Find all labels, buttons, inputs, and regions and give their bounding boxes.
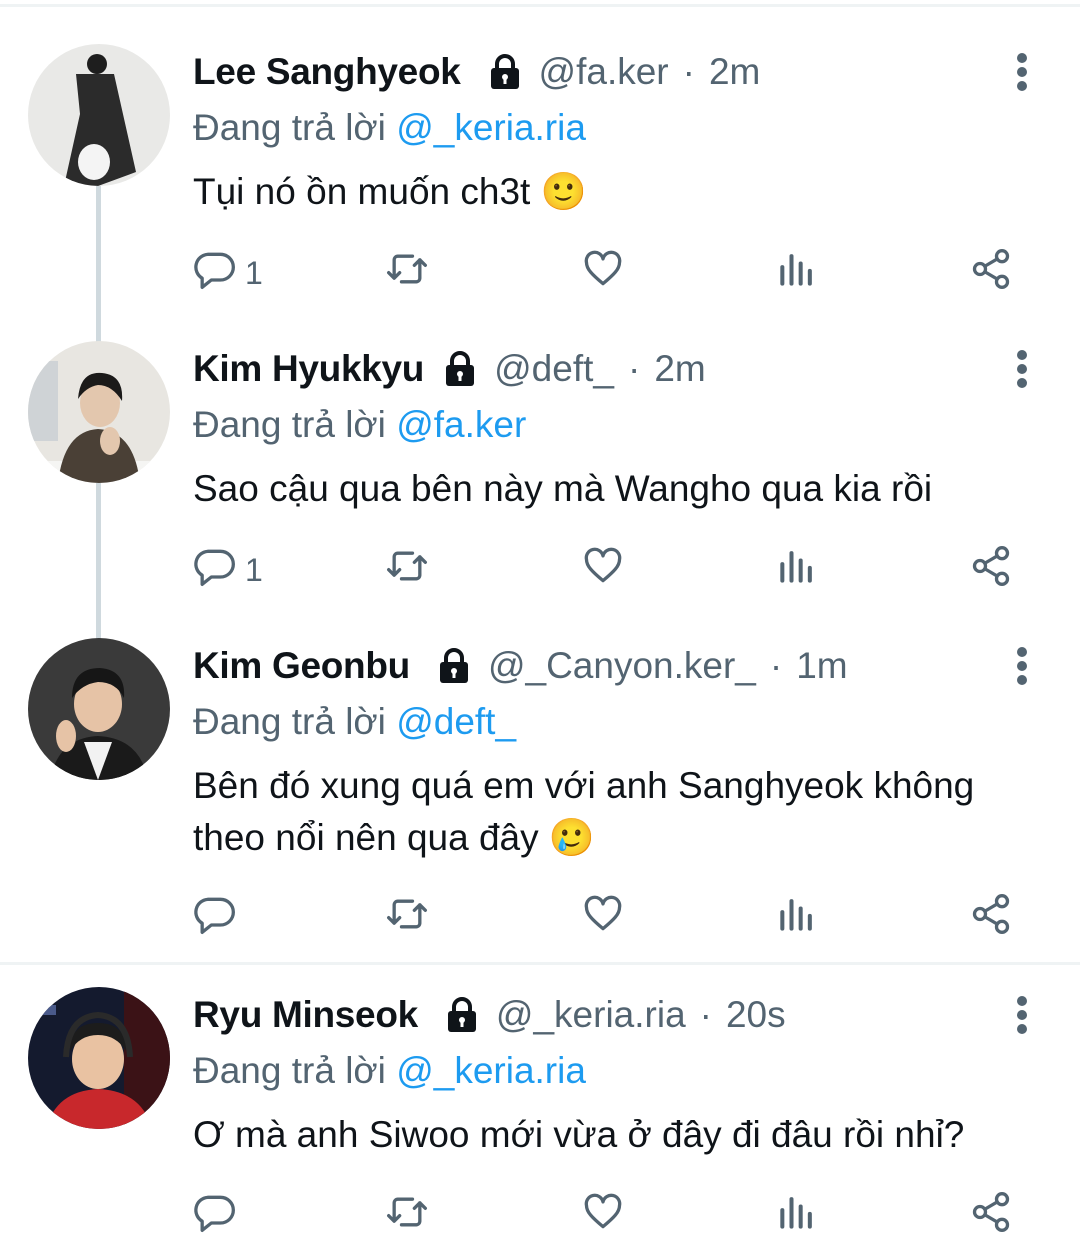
heart-icon	[581, 1190, 625, 1242]
tweet-text: Ơ mà anh Siwoo mới vừa ở đây đi đâu rồi …	[193, 1114, 965, 1155]
retweet-icon	[385, 544, 429, 596]
reply-icon	[193, 1190, 237, 1242]
tweet-header: Kim Geonbu @_Canyon.ker_ · 1m	[193, 638, 1040, 694]
views-button[interactable]	[775, 243, 819, 303]
separator-dot: ·	[627, 348, 641, 389]
replying-to: Đang trả lời @fa.ker	[193, 397, 1040, 453]
more-vertical-icon[interactable]	[1004, 638, 1040, 694]
retweet-button[interactable]	[385, 888, 429, 948]
reply-icon	[193, 544, 237, 596]
replying-to: Đang trả lời @deft_	[193, 694, 1040, 750]
reply-mention-link[interactable]: @fa.ker	[396, 404, 526, 445]
top-divider	[0, 4, 1080, 7]
retweet-button[interactable]	[385, 540, 429, 600]
separator-dot: ·	[682, 51, 695, 92]
tweet-actions: 1	[193, 540, 1023, 600]
thread-divider	[0, 962, 1080, 965]
share-button[interactable]	[969, 1186, 1013, 1246]
share-icon	[969, 892, 1013, 944]
tweet-actions	[193, 888, 1023, 948]
retweet-button[interactable]	[385, 243, 429, 303]
replying-to: Đang trả lời @_keria.ria	[193, 100, 1040, 156]
user-handle[interactable]: @_Canyon.ker_	[488, 638, 756, 694]
thread-connector	[96, 483, 101, 639]
more-vertical-icon[interactable]	[1004, 341, 1040, 397]
heart-icon	[581, 892, 625, 944]
separator-dot: ·	[769, 645, 783, 686]
views-button[interactable]	[775, 1186, 819, 1246]
views-button[interactable]	[775, 888, 819, 948]
user-handle[interactable]: @deft_	[494, 341, 614, 397]
tweet-text: Tụi nó ồn muốn ch3t 🙂	[193, 171, 587, 212]
retweet-icon	[385, 247, 429, 299]
reply-mention-link[interactable]: @_keria.ria	[396, 107, 586, 148]
share-button[interactable]	[969, 540, 1013, 600]
retweet-icon	[385, 1190, 429, 1242]
views-icon	[775, 1190, 819, 1242]
display-name[interactable]: Ryu Minseok	[193, 987, 418, 1043]
user-handle[interactable]: @_keria.ria	[496, 987, 686, 1043]
display-name[interactable]: Lee Sanghyeok	[193, 44, 461, 100]
reply-button[interactable]	[193, 888, 245, 948]
replying-label: Đang trả lời	[193, 701, 386, 742]
timestamp[interactable]: 2m	[654, 341, 705, 397]
share-button[interactable]	[969, 888, 1013, 948]
views-icon	[775, 892, 819, 944]
replying-label: Đang trả lời	[193, 404, 386, 445]
more-vertical-icon[interactable]	[1004, 987, 1040, 1043]
share-icon	[969, 1190, 1013, 1242]
reply-button[interactable]: 1	[193, 243, 263, 303]
views-button[interactable]	[775, 540, 819, 600]
reply-icon	[193, 247, 237, 299]
replying-label: Đang trả lời	[193, 1050, 386, 1091]
lock-icon	[485, 53, 525, 91]
retweet-button[interactable]	[385, 1186, 429, 1246]
tweet-header: Lee Sanghyeok @fa.ker · 2m	[193, 44, 1040, 100]
display-name[interactable]: Kim Hyukkyu	[193, 341, 424, 397]
lock-icon	[440, 350, 480, 388]
views-icon	[775, 544, 819, 596]
views-icon	[775, 247, 819, 299]
display-name[interactable]: Kim Geonbu	[193, 638, 410, 694]
avatar[interactable]	[28, 638, 170, 780]
separator-dot: ·	[699, 994, 712, 1035]
avatar[interactable]	[28, 987, 170, 1129]
heart-icon	[581, 544, 625, 596]
user-handle[interactable]: @fa.ker	[539, 44, 669, 100]
reply-button[interactable]	[193, 1186, 245, 1246]
reply-count: 1	[245, 254, 263, 291]
avatar[interactable]	[28, 44, 170, 186]
more-vertical-icon[interactable]	[1004, 44, 1040, 100]
share-button[interactable]	[969, 243, 1013, 303]
replying-to: Đang trả lời @_keria.ria	[193, 1043, 1040, 1099]
share-icon	[969, 544, 1013, 596]
reply-icon	[193, 892, 237, 944]
thread-connector	[96, 186, 101, 342]
tweet-header: Kim Hyukkyu @deft_ · 2m	[193, 341, 1040, 397]
tweet-header: Ryu Minseok @_keria.ria · 20s	[193, 987, 1040, 1043]
timestamp[interactable]: 20s	[726, 987, 786, 1043]
timestamp[interactable]: 2m	[709, 44, 760, 100]
tweet-actions	[193, 1186, 1023, 1246]
reply-mention-link[interactable]: @deft_	[396, 701, 516, 742]
retweet-icon	[385, 892, 429, 944]
share-icon	[969, 247, 1013, 299]
reply-button[interactable]: 1	[193, 540, 263, 600]
replying-label: Đang trả lời	[193, 107, 386, 148]
reply-mention-link[interactable]: @_keria.ria	[396, 1050, 586, 1091]
lock-icon	[434, 647, 474, 685]
like-button[interactable]	[581, 888, 625, 948]
like-button[interactable]	[581, 243, 625, 303]
heart-icon	[581, 247, 625, 299]
like-button[interactable]	[581, 1186, 625, 1246]
like-button[interactable]	[581, 540, 625, 600]
avatar[interactable]	[28, 341, 170, 483]
tweet-text: Bên đó xung quá em với anh Sanghyeok khô…	[193, 765, 975, 858]
tweet-actions: 1	[193, 243, 1023, 303]
reply-count: 1	[245, 551, 263, 588]
tweet-text: Sao cậu qua bên này mà Wangho qua kia rồ…	[193, 468, 933, 509]
timestamp[interactable]: 1m	[796, 638, 847, 694]
lock-icon	[442, 996, 482, 1034]
